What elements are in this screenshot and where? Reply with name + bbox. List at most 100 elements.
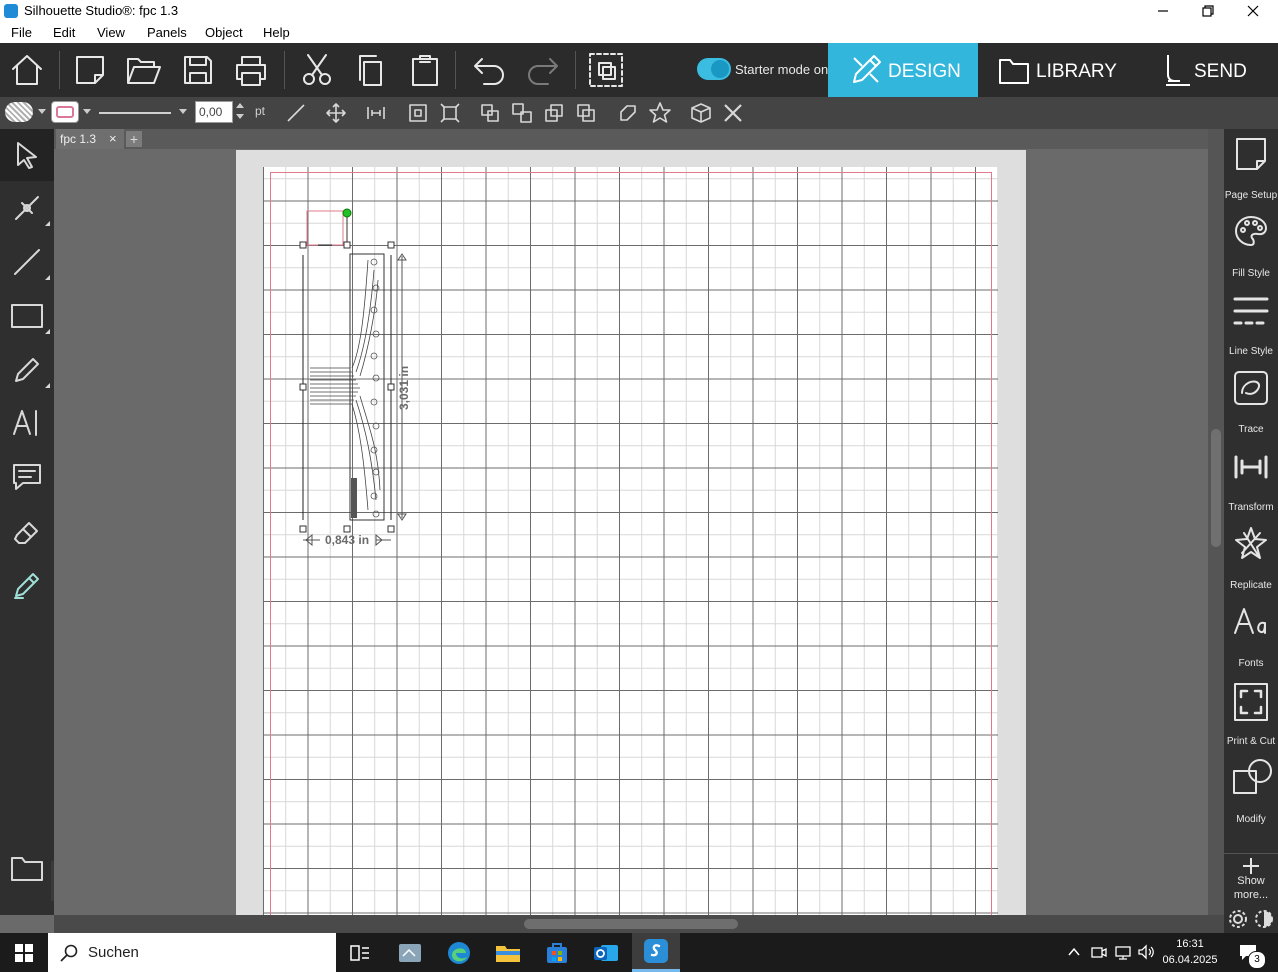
submenu-indicator-icon — [45, 221, 50, 226]
print-cut-icon — [1234, 683, 1268, 721]
clipboard-icon — [412, 55, 438, 86]
line-style-preview[interactable] — [99, 112, 171, 114]
volume-icon[interactable] — [1137, 944, 1155, 960]
ungroup-button[interactable] — [507, 97, 537, 129]
group-button[interactable] — [475, 97, 505, 129]
taskbar-app-silhouette[interactable] — [632, 933, 680, 972]
line-width-decrease-icon[interactable] — [236, 114, 244, 119]
panel-fonts[interactable]: Fonts — [1224, 597, 1278, 675]
delete-button[interactable] — [718, 97, 748, 129]
start-button[interactable] — [0, 933, 48, 972]
tab-send[interactable]: SEND — [1128, 43, 1278, 97]
panel-replicate[interactable]: Replicate — [1224, 519, 1278, 597]
send-backward-button[interactable] — [571, 97, 601, 129]
menu-object[interactable]: Object — [205, 25, 243, 40]
center-button[interactable] — [403, 97, 433, 129]
line-color-swatch[interactable] — [51, 101, 79, 123]
fill-swatch[interactable] — [5, 102, 33, 122]
panel-line-style[interactable]: Line Style — [1224, 285, 1278, 363]
library-panel-button[interactable] — [0, 843, 54, 895]
line-width-input[interactable]: 0,00 — [195, 101, 233, 123]
settings-gear-icon[interactable] — [1227, 908, 1249, 930]
chevron-up-icon[interactable] — [1067, 945, 1081, 959]
star-shape-button[interactable] — [645, 97, 675, 129]
bring-forward-button[interactable] — [539, 97, 569, 129]
restore-button[interactable] — [1185, 0, 1231, 22]
taskbar-app-store[interactable] — [533, 933, 581, 972]
vertical-scroll-thumb[interactable] — [1211, 429, 1221, 547]
text-tool[interactable] — [0, 397, 54, 449]
menu-view[interactable]: View — [97, 25, 125, 40]
redo-button[interactable] — [521, 43, 565, 97]
line-color-dropdown-icon[interactable] — [83, 109, 91, 114]
taskbar-clock[interactable]: 16:31 06.04.2025 — [1160, 936, 1220, 968]
design-shape[interactable] — [306, 210, 344, 246]
minimize-button[interactable] — [1140, 0, 1186, 22]
panel-trace[interactable]: Trace — [1224, 363, 1278, 441]
3d-box-button[interactable] — [686, 97, 716, 129]
preferences-icon[interactable] — [1253, 908, 1275, 930]
align-button[interactable] — [361, 97, 391, 129]
meet-now-icon[interactable] — [1090, 944, 1108, 960]
close-tab-icon[interactable]: × — [109, 131, 117, 146]
new-document-button[interactable] — [68, 43, 112, 97]
select-tool[interactable] — [0, 129, 54, 181]
panel-print-cut[interactable]: Print & Cut — [1224, 675, 1278, 753]
rectangle-tool[interactable] — [0, 290, 54, 342]
panel-transform[interactable]: Transform — [1224, 441, 1278, 519]
taskbar-app-weather[interactable] — [386, 933, 434, 972]
text-box-tool[interactable] — [0, 451, 54, 503]
edit-points-tool[interactable] — [0, 182, 54, 234]
taskbar-app-edge[interactable] — [435, 933, 483, 972]
copy-button[interactable] — [349, 43, 393, 97]
taskbar-search[interactable]: Suchen — [48, 933, 336, 972]
vertical-scrollbar[interactable] — [1208, 129, 1224, 915]
menu-edit[interactable]: Edit — [53, 25, 75, 40]
save-button[interactable] — [176, 43, 220, 97]
taskbar-app-explorer[interactable] — [484, 933, 532, 972]
close-button[interactable] — [1230, 0, 1276, 22]
line-style-dropdown-icon[interactable] — [179, 109, 187, 114]
add-tab-button[interactable]: + — [126, 131, 142, 147]
starter-mode-toggle[interactable] — [697, 58, 731, 80]
menu-file[interactable]: File — [11, 25, 32, 40]
home-button[interactable] — [5, 43, 49, 97]
tab-design[interactable]: DESIGN — [828, 43, 978, 97]
menu-panels[interactable]: Panels — [147, 25, 187, 40]
scale-button[interactable] — [435, 97, 465, 129]
send-cutter-icon — [1166, 55, 1190, 86]
draw-tool[interactable] — [0, 344, 54, 396]
panel-page-setup[interactable]: Page Setup — [1224, 129, 1278, 207]
weld-button[interactable] — [613, 97, 643, 129]
line-width-increase-icon[interactable] — [236, 103, 244, 108]
menu-help[interactable]: Help — [263, 25, 290, 40]
line-tool-option[interactable] — [281, 97, 311, 129]
silhouette-studio-icon — [644, 939, 668, 963]
line-tool[interactable] — [0, 236, 54, 288]
panel-fill-style[interactable]: Fill Style — [1224, 207, 1278, 285]
move-button[interactable] — [321, 97, 351, 129]
open-button[interactable] — [122, 43, 166, 97]
horizontal-scrollbar[interactable] — [54, 915, 1224, 933]
notification-center-button[interactable]: 3 — [1232, 933, 1278, 972]
horizontal-scroll-thumb[interactable] — [524, 919, 738, 929]
taskbar-app-outlook[interactable] — [582, 933, 630, 972]
tab-library[interactable]: LIBRARY — [978, 43, 1128, 97]
sketch-pen-tool[interactable] — [0, 559, 54, 611]
fill-dropdown-icon[interactable] — [38, 109, 46, 114]
show-more-button[interactable]: Show more... — [1224, 855, 1278, 905]
print-button[interactable] — [229, 43, 273, 97]
eraser-tool[interactable] — [0, 505, 54, 557]
cut-button[interactable] — [295, 43, 339, 97]
paste-button[interactable] — [403, 43, 447, 97]
task-view-button[interactable] — [336, 933, 384, 972]
rotate-handle[interactable] — [342, 208, 352, 218]
panel-modify[interactable]: Modify — [1224, 753, 1278, 831]
move-icon — [326, 103, 346, 123]
network-icon[interactable] — [1114, 944, 1132, 960]
document-tab[interactable]: fpc 1.3 × — [56, 129, 124, 149]
undo-button[interactable] — [467, 43, 511, 97]
design-pencil-ruler-icon — [853, 55, 881, 83]
group-select-button[interactable] — [585, 43, 629, 97]
panel-page-setup-label: Page Setup — [1224, 190, 1278, 201]
